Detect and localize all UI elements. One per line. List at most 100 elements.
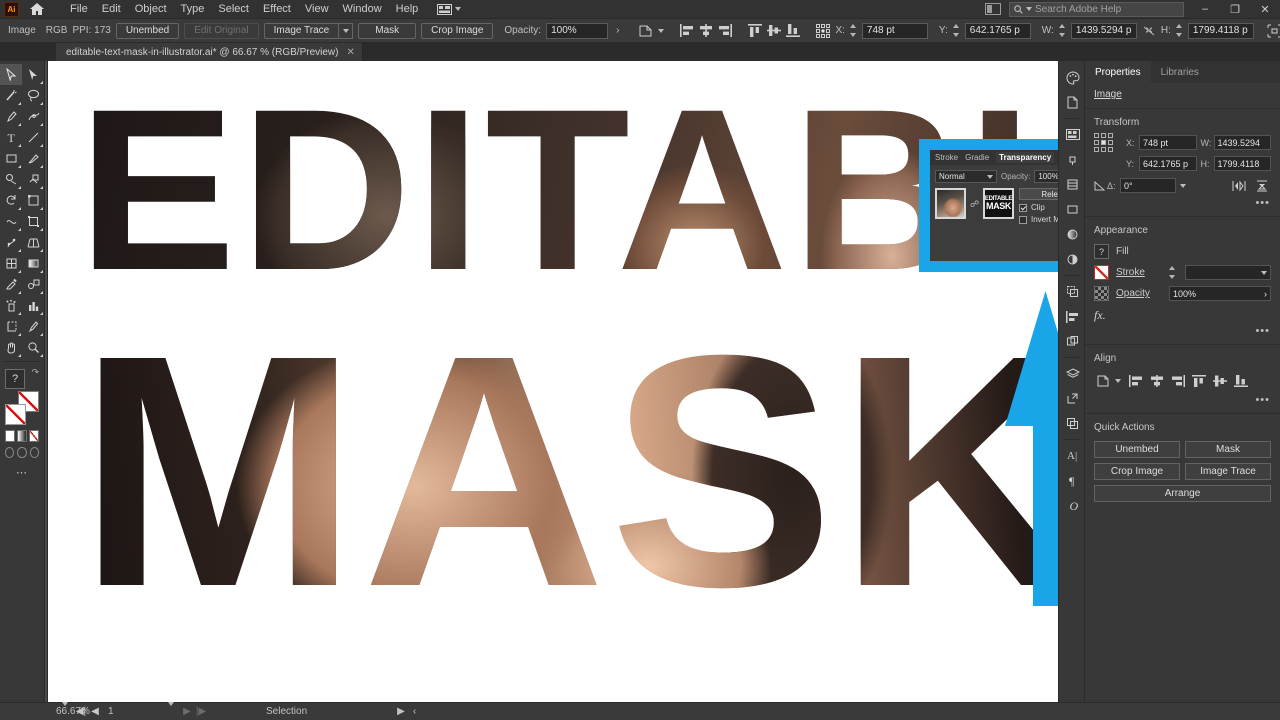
first-page-icon[interactable]: ◀| [74,706,88,717]
menu-object[interactable]: Object [128,0,174,18]
w-stepper[interactable] [1059,24,1065,37]
invert-mask-checkbox[interactable] [1019,216,1027,224]
width-tool[interactable] [0,211,22,232]
home-icon[interactable] [29,2,45,16]
reference-point-icon[interactable] [1094,133,1122,152]
page-field[interactable]: 1 [102,706,162,717]
screen-mode-icon[interactable] [985,3,1001,15]
puppet-warp-tool[interactable] [0,232,22,253]
tab-stroke[interactable]: Stroke [935,153,958,162]
close-icon[interactable]: ✕ [346,47,354,58]
paragraph-panel-icon[interactable]: ¶ [1059,468,1086,493]
align-top-icon[interactable] [748,21,762,40]
column-graph-tool[interactable] [22,295,44,316]
menu-file[interactable]: File [63,0,95,18]
transform-chevron-icon[interactable] [658,29,664,33]
current-tool-label[interactable]: Selection [266,706,307,717]
layers-panel-icon[interactable] [1059,361,1086,386]
transform-panel-icon[interactable] [1059,329,1086,354]
image-trace-control[interactable]: Image Trace [264,23,354,39]
artwork-line-2[interactable]: MASK [78,336,1066,607]
y-field[interactable]: 642.1765 p [965,23,1031,39]
fill-swatch-front[interactable] [5,404,26,425]
more-tools-icon[interactable]: ⋯ [5,466,39,479]
document-tab[interactable]: editable-text-mask-in-illustrator.ai* @ … [56,43,363,61]
align-center-h-icon[interactable] [699,21,713,40]
search-input[interactable]: Search Adobe Help [1009,2,1184,17]
opacity-flyout-icon[interactable]: › [1264,289,1267,299]
align-middle-v-icon[interactable] [767,21,781,40]
transparency-panel-icon[interactable] [1059,247,1086,272]
image-trace-button[interactable]: Image Trace [1185,463,1271,480]
align-left-icon[interactable] [680,21,694,40]
next-page-icon[interactable]: ▶ [180,706,194,717]
artboard-tool[interactable] [0,316,22,337]
character-panel-icon[interactable]: A| [1059,443,1086,468]
stroke-weight-field[interactable] [1185,265,1271,280]
perspective-grid-tool[interactable] [22,232,44,253]
x-stepper[interactable] [850,24,856,37]
pathfinder-panel-icon[interactable] [1059,279,1086,304]
opacity-flyout-icon[interactable]: › [613,25,622,36]
free-transform-tool[interactable] [22,211,44,232]
color-panel-icon[interactable] [1059,65,1086,90]
mask-button[interactable]: Mask [358,23,416,39]
crop-image-button[interactable]: Crop Image [421,23,493,39]
symbols-panel-icon[interactable] [1059,172,1086,197]
tab-libraries[interactable]: Libraries [1151,61,1209,83]
unembed-button[interactable]: Unembed [116,23,179,39]
last-page-icon[interactable]: |▶ [194,706,208,717]
tab-gradient[interactable]: Gradie [965,153,989,162]
fill-swatch[interactable]: ? [1094,244,1109,259]
scale-tool[interactable] [22,190,44,211]
blend-mode-select[interactable]: Normal [935,170,997,183]
draw-normal-icon[interactable] [5,447,14,458]
artboards-panel-icon[interactable] [1059,411,1086,436]
unembed-button[interactable]: Unembed [1094,441,1180,458]
direct-selection-tool[interactable] [22,64,44,85]
workspace-switcher[interactable] [437,4,461,15]
swatches-panel-icon[interactable] [1059,122,1086,147]
none-swatch-icon[interactable] [29,430,39,442]
opacity-swatch[interactable] [1094,286,1109,301]
align-bottom-icon[interactable] [786,21,800,40]
paintbrush-tool[interactable] [22,148,44,169]
align-more-options[interactable]: ••• [1085,392,1280,406]
transform-more-options[interactable]: ••• [1085,195,1280,209]
zoom-chevron-icon[interactable] [62,706,68,717]
menu-type[interactable]: Type [174,0,212,18]
align-center-h-icon[interactable] [1147,371,1166,390]
hand-tool[interactable] [0,337,22,358]
menu-view[interactable]: View [298,0,336,18]
close-button[interactable]: ✕ [1250,0,1280,19]
rectangle-tool[interactable] [0,148,22,169]
magic-wand-tool[interactable] [0,85,22,106]
stroke-panel-icon[interactable] [1059,197,1086,222]
w-field[interactable]: 1439.5294 [1214,135,1272,150]
draw-behind-icon[interactable] [17,447,26,458]
align-to-chevron-icon[interactable] [1115,379,1121,383]
draw-inside-icon[interactable] [30,447,39,458]
stroke-weight-stepper[interactable] [1169,266,1177,279]
align-right-icon[interactable] [718,21,732,40]
tab-properties[interactable]: Properties [1085,61,1151,83]
type-tool[interactable]: T [0,127,22,148]
menu-edit[interactable]: Edit [95,0,128,18]
blend-tool[interactable] [22,274,44,295]
menu-select[interactable]: Select [211,0,256,18]
mask-button[interactable]: Mask [1185,441,1271,458]
curvature-tool[interactable] [22,106,44,127]
pen-tool[interactable] [0,106,22,127]
x-field[interactable]: 748 pt [862,23,928,39]
zoom-level[interactable]: 66.67% [0,706,56,717]
glyphs-panel-icon[interactable]: O [1059,493,1086,518]
y-field[interactable]: 642.1765 p [1139,156,1197,171]
clip-checkbox[interactable] [1019,204,1027,212]
align-left-icon[interactable] [1126,371,1145,390]
fill-stroke-swatches[interactable] [5,391,39,425]
selection-tool[interactable] [0,64,22,85]
gradient-tool[interactable] [22,253,44,274]
asset-export-icon[interactable] [1059,386,1086,411]
angle-field[interactable]: 0° [1120,178,1176,193]
eyedropper-tool[interactable] [0,274,22,295]
